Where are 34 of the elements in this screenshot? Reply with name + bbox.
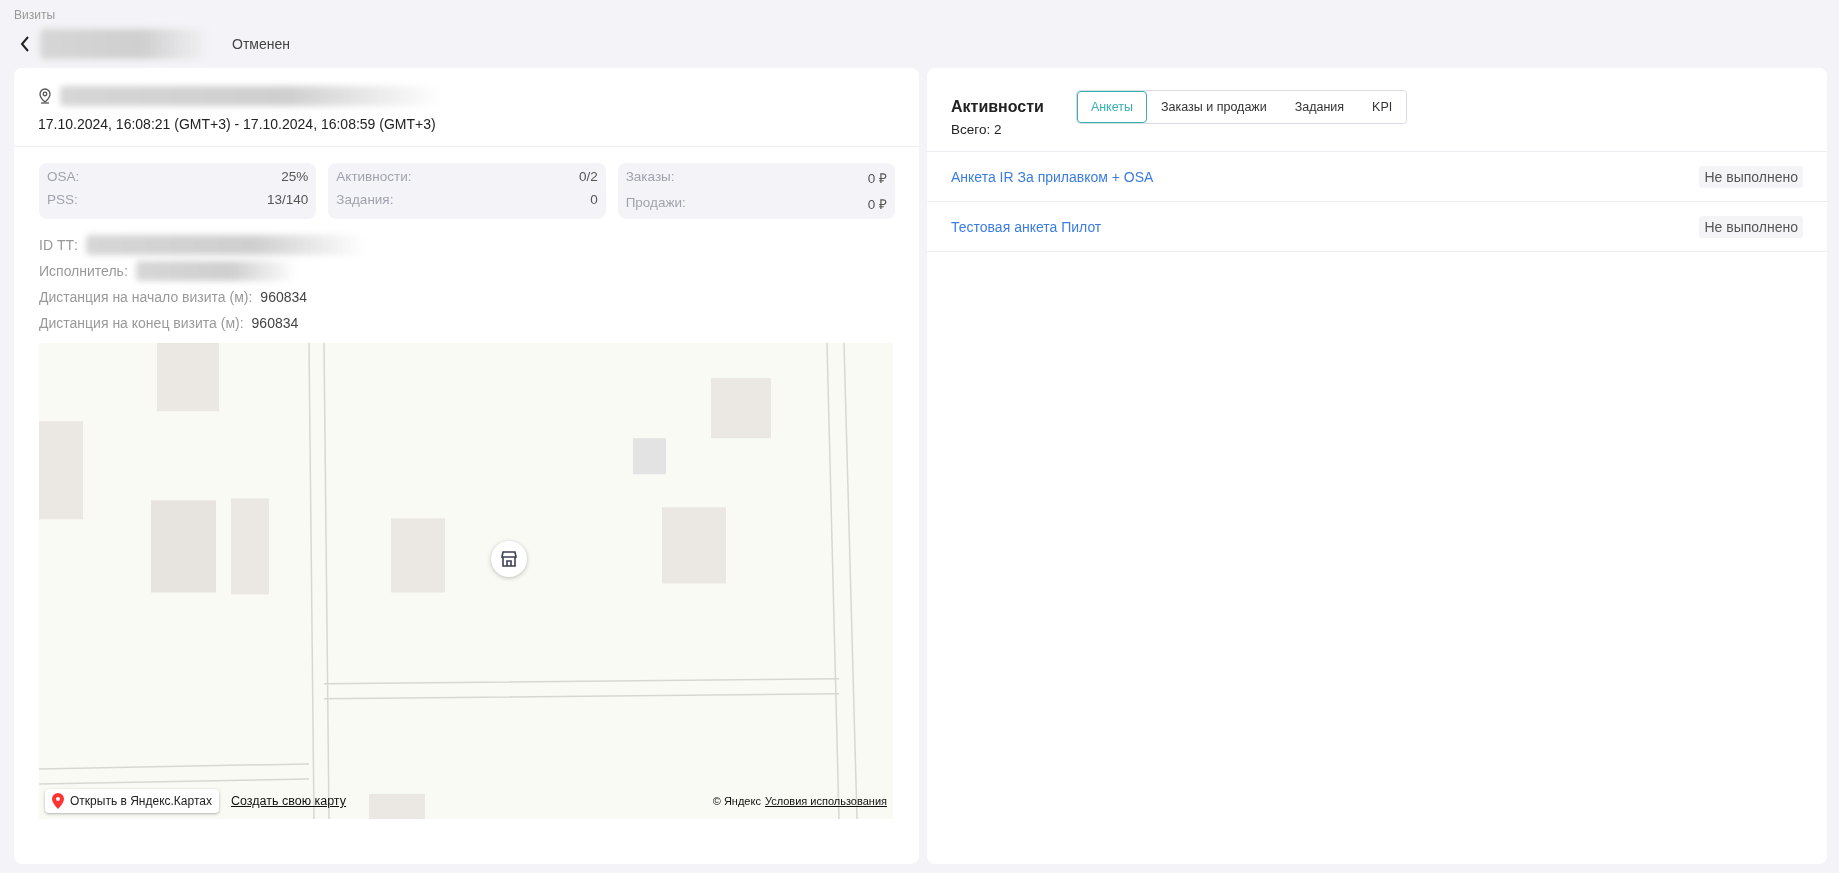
visit-status: Отменен — [232, 36, 290, 52]
stat-label: OSA: — [47, 169, 80, 184]
stat-label: Активности: — [336, 169, 412, 184]
detail-value: 960834 — [260, 289, 308, 305]
status-badge: Не выполнено — [1699, 215, 1803, 238]
create-map-link[interactable]: Создать свою карту — [230, 794, 346, 808]
stat-value: 25% — [281, 169, 309, 184]
stat-label: Задания: — [336, 192, 394, 207]
back-icon[interactable] — [20, 36, 30, 52]
store-icon — [499, 549, 519, 569]
stat-value: 13/140 — [267, 192, 309, 207]
stat-value: 0 — [590, 192, 598, 207]
stat-value: 0 ₽ — [867, 196, 887, 213]
detail-label: Дистанция на начало визита (м): — [39, 289, 253, 305]
open-in-maps-button[interactable]: Открыть в Яндекс.Картах — [45, 789, 219, 813]
total-count: Всего: 2 — [951, 122, 1003, 137]
stat-label: Заказы: — [625, 169, 675, 186]
terms-link[interactable]: Условия использования — [764, 795, 887, 807]
stat-label: PSS: — [47, 192, 78, 207]
survey-link[interactable]: Анкета IR За прилавком + OSA — [951, 168, 1154, 185]
stat-value: 0 ₽ — [867, 170, 887, 187]
survey-link[interactable]: Тестовая анкета Пилот — [951, 218, 1102, 235]
detail-label: Дистанция на конец визита (м): — [39, 315, 244, 331]
stat-value: 0/2 — [578, 169, 598, 184]
location-icon — [38, 88, 52, 104]
section-title: Активности — [951, 98, 1044, 116]
copyright-text: © Яндекс — [712, 795, 761, 807]
stat-label: Продажи: — [625, 195, 686, 212]
detail-value: 960834 — [251, 315, 299, 331]
visit-period: 17.10.2024, 16:08:21 (GMT+3) - 17.10.2024, 16:08:59 (GMT+3) — [38, 116, 437, 132]
status-badge: Не выполнено — [1699, 165, 1803, 188]
map-pin-icon — [52, 793, 64, 809]
detail-label: ID ТТ: — [39, 237, 78, 253]
detail-label: Исполнитель: — [39, 263, 128, 279]
